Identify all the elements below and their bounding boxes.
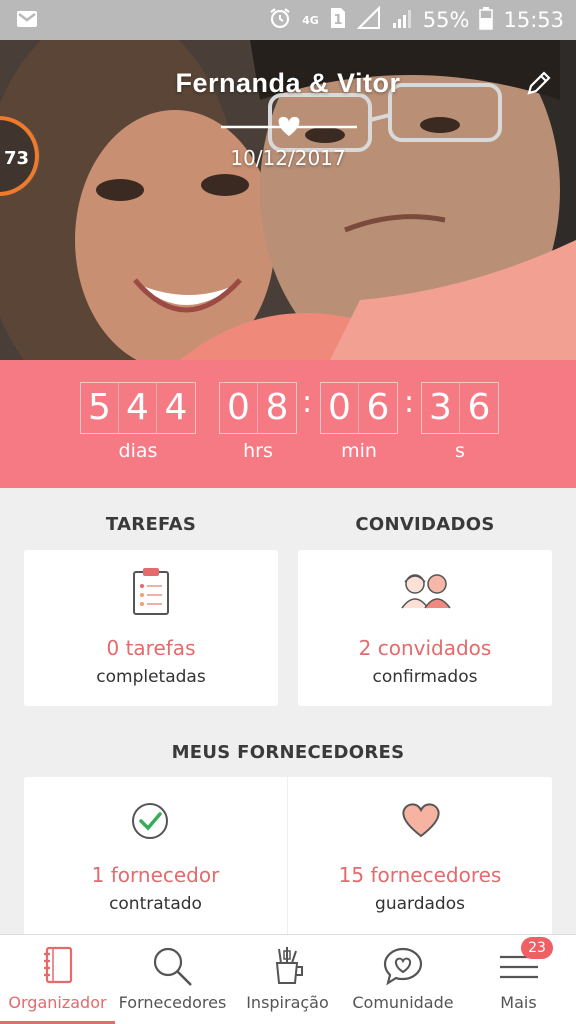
saved-suppliers-count: 15 fornecedores: [338, 863, 502, 887]
guests-section-title: CONVIDADOS: [355, 514, 495, 535]
time-separator: :: [404, 385, 415, 420]
hired-suppliers-sub: contratado: [109, 894, 202, 914]
nav-label: Mais: [500, 993, 537, 1012]
sim-number: 1: [333, 13, 342, 28]
nav-comunidade[interactable]: Comunidade: [345, 935, 461, 1024]
hours-label: hrs: [243, 440, 273, 462]
tasks-section-title: TAREFAS: [105, 514, 197, 535]
time-separator: :: [302, 385, 313, 420]
couple-names: Fernanda & Vitor: [175, 68, 401, 98]
inspiration-cup-icon: [271, 945, 305, 991]
tasks-sub: completadas: [96, 667, 206, 687]
minutes-label: min: [341, 440, 377, 462]
digit: 8: [265, 387, 289, 428]
nav-inspiracao[interactable]: Inspiração: [230, 935, 345, 1024]
status-bar: 4G 1 55% 15:53: [0, 0, 576, 40]
nav-mais[interactable]: 23 Mais: [461, 935, 576, 1024]
sim-icon: 1: [329, 6, 347, 35]
bottom-navigation: Organizador Fornecedores Inspiração Comu…: [0, 934, 576, 1024]
digit: 6: [366, 387, 390, 428]
edit-pencil-icon[interactable]: [524, 68, 554, 98]
search-icon: [151, 945, 195, 991]
battery-percent: 55%: [422, 8, 470, 32]
couple-photo-header[interactable]: 73 Fernanda & Vitor 10/12/2017: [0, 40, 576, 360]
digit: 3: [422, 383, 460, 433]
hired-suppliers-card[interactable]: 1 fornecedor contratado: [24, 777, 287, 937]
clipboard-checklist-icon: [132, 566, 170, 620]
guests-count: 2 convidados: [358, 636, 492, 660]
gmail-notification-icon: [16, 9, 38, 33]
chat-heart-icon: [382, 945, 424, 991]
notebook-icon: [41, 945, 75, 991]
days-label: dias: [118, 440, 158, 462]
notification-badge: 23: [521, 937, 553, 959]
nav-label: Inspiração: [246, 993, 329, 1012]
guests-sub: confirmados: [372, 667, 478, 687]
nav-label: Comunidade: [352, 993, 454, 1012]
suppliers-section-title: MEUS FORNECEDORES: [171, 742, 405, 763]
heart-icon: [400, 801, 442, 843]
digit: 5: [81, 383, 119, 433]
status-icons: 4G 1 55% 15:53: [268, 0, 564, 40]
tasks-card[interactable]: 0 tarefas completadas: [24, 550, 278, 706]
digit: 0: [220, 383, 258, 433]
wedding-date: 10/12/2017: [230, 146, 346, 170]
wedding-countdown: 5 4 4 0 8 : 0 6 : 3 6 dias hrs min s: [0, 360, 576, 488]
digit: 4: [164, 387, 188, 428]
digit: 0: [321, 383, 359, 433]
nav-label: Fornecedores: [118, 993, 227, 1012]
minutes-digits: 0 6: [320, 382, 398, 434]
seconds-digits: 3 6: [421, 382, 499, 434]
digit: 6: [467, 387, 491, 428]
nav-fornecedores[interactable]: Fornecedores: [115, 935, 230, 1024]
digit: 4: [119, 383, 157, 433]
battery-icon: [479, 6, 494, 35]
saved-suppliers-sub: guardados: [375, 894, 465, 914]
guests-couple-icon: [399, 570, 453, 614]
no-signal-icon: [356, 5, 381, 35]
clock-time: 15:53: [503, 8, 564, 32]
heart-divider-icon: [221, 114, 357, 138]
signal-icon: [391, 6, 413, 35]
hours-digits: 0 8: [219, 382, 297, 434]
seconds-label: s: [455, 440, 465, 462]
hired-suppliers-count: 1 fornecedor: [91, 863, 220, 887]
guests-card[interactable]: 2 convidados confirmados: [298, 550, 552, 706]
check-circle-icon: [130, 801, 170, 845]
tasks-count: 0 tarefas: [106, 636, 196, 660]
network-type-label: 4G: [302, 13, 319, 27]
nav-organizador[interactable]: Organizador: [0, 935, 115, 1024]
days-digits: 5 4 4: [80, 382, 196, 434]
nav-label: Organizador: [8, 993, 107, 1012]
alarm-icon: [268, 6, 292, 35]
saved-suppliers-card[interactable]: 15 fornecedores guardados: [288, 777, 552, 937]
